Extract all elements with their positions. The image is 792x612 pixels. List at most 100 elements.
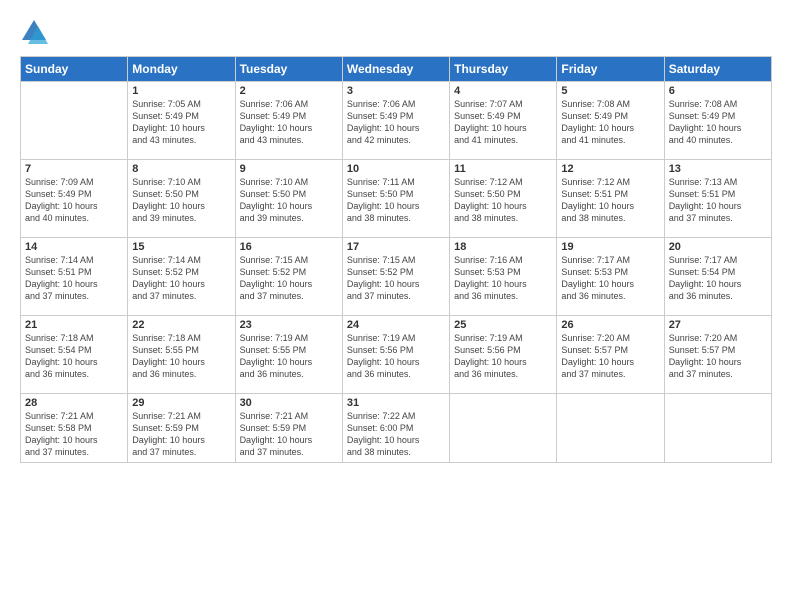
day-number: 14 xyxy=(25,241,123,253)
day-info: Sunrise: 7:05 AM Sunset: 5:49 PM Dayligh… xyxy=(132,98,230,147)
calendar-cell: 19Sunrise: 7:17 AM Sunset: 5:53 PM Dayli… xyxy=(557,238,664,316)
day-info: Sunrise: 7:20 AM Sunset: 5:57 PM Dayligh… xyxy=(669,332,767,381)
calendar-cell: 1Sunrise: 7:05 AM Sunset: 5:49 PM Daylig… xyxy=(128,82,235,160)
day-info: Sunrise: 7:13 AM Sunset: 5:51 PM Dayligh… xyxy=(669,176,767,225)
day-number: 7 xyxy=(25,163,123,175)
day-info: Sunrise: 7:15 AM Sunset: 5:52 PM Dayligh… xyxy=(240,254,338,303)
week-row-2: 7Sunrise: 7:09 AM Sunset: 5:49 PM Daylig… xyxy=(21,160,772,238)
day-number: 31 xyxy=(347,397,445,409)
col-header-sunday: Sunday xyxy=(21,57,128,82)
calendar-cell: 11Sunrise: 7:12 AM Sunset: 5:50 PM Dayli… xyxy=(450,160,557,238)
calendar-cell: 24Sunrise: 7:19 AM Sunset: 5:56 PM Dayli… xyxy=(342,316,449,394)
calendar-cell: 20Sunrise: 7:17 AM Sunset: 5:54 PM Dayli… xyxy=(664,238,771,316)
calendar-cell xyxy=(450,394,557,463)
week-row-1: 1Sunrise: 7:05 AM Sunset: 5:49 PM Daylig… xyxy=(21,82,772,160)
day-info: Sunrise: 7:19 AM Sunset: 5:55 PM Dayligh… xyxy=(240,332,338,381)
calendar-cell: 25Sunrise: 7:19 AM Sunset: 5:56 PM Dayli… xyxy=(450,316,557,394)
day-number: 26 xyxy=(561,319,659,331)
col-header-monday: Monday xyxy=(128,57,235,82)
day-number: 20 xyxy=(669,241,767,253)
day-number: 21 xyxy=(25,319,123,331)
day-info: Sunrise: 7:09 AM Sunset: 5:49 PM Dayligh… xyxy=(25,176,123,225)
calendar-cell: 9Sunrise: 7:10 AM Sunset: 5:50 PM Daylig… xyxy=(235,160,342,238)
calendar-cell xyxy=(557,394,664,463)
day-info: Sunrise: 7:10 AM Sunset: 5:50 PM Dayligh… xyxy=(240,176,338,225)
calendar-cell: 13Sunrise: 7:13 AM Sunset: 5:51 PM Dayli… xyxy=(664,160,771,238)
day-number: 16 xyxy=(240,241,338,253)
day-number: 6 xyxy=(669,85,767,97)
day-info: Sunrise: 7:12 AM Sunset: 5:51 PM Dayligh… xyxy=(561,176,659,225)
day-number: 4 xyxy=(454,85,552,97)
calendar-cell: 29Sunrise: 7:21 AM Sunset: 5:59 PM Dayli… xyxy=(128,394,235,463)
day-number: 10 xyxy=(347,163,445,175)
calendar-cell: 6Sunrise: 7:08 AM Sunset: 5:49 PM Daylig… xyxy=(664,82,771,160)
day-number: 25 xyxy=(454,319,552,331)
day-number: 11 xyxy=(454,163,552,175)
day-info: Sunrise: 7:22 AM Sunset: 6:00 PM Dayligh… xyxy=(347,410,445,459)
calendar-cell: 5Sunrise: 7:08 AM Sunset: 5:49 PM Daylig… xyxy=(557,82,664,160)
calendar-cell xyxy=(21,82,128,160)
calendar-cell: 21Sunrise: 7:18 AM Sunset: 5:54 PM Dayli… xyxy=(21,316,128,394)
calendar-cell: 30Sunrise: 7:21 AM Sunset: 5:59 PM Dayli… xyxy=(235,394,342,463)
calendar-cell: 18Sunrise: 7:16 AM Sunset: 5:53 PM Dayli… xyxy=(450,238,557,316)
calendar-cell: 8Sunrise: 7:10 AM Sunset: 5:50 PM Daylig… xyxy=(128,160,235,238)
col-header-saturday: Saturday xyxy=(664,57,771,82)
col-header-wednesday: Wednesday xyxy=(342,57,449,82)
calendar-cell: 10Sunrise: 7:11 AM Sunset: 5:50 PM Dayli… xyxy=(342,160,449,238)
day-info: Sunrise: 7:14 AM Sunset: 5:51 PM Dayligh… xyxy=(25,254,123,303)
week-row-5: 28Sunrise: 7:21 AM Sunset: 5:58 PM Dayli… xyxy=(21,394,772,463)
day-number: 28 xyxy=(25,397,123,409)
day-number: 8 xyxy=(132,163,230,175)
day-number: 30 xyxy=(240,397,338,409)
calendar-cell: 2Sunrise: 7:06 AM Sunset: 5:49 PM Daylig… xyxy=(235,82,342,160)
header xyxy=(20,18,772,46)
day-number: 3 xyxy=(347,85,445,97)
logo-icon xyxy=(20,18,48,46)
calendar-cell: 26Sunrise: 7:20 AM Sunset: 5:57 PM Dayli… xyxy=(557,316,664,394)
calendar-cell: 31Sunrise: 7:22 AM Sunset: 6:00 PM Dayli… xyxy=(342,394,449,463)
day-number: 9 xyxy=(240,163,338,175)
calendar-cell: 4Sunrise: 7:07 AM Sunset: 5:49 PM Daylig… xyxy=(450,82,557,160)
day-info: Sunrise: 7:21 AM Sunset: 5:59 PM Dayligh… xyxy=(240,410,338,459)
calendar-cell: 3Sunrise: 7:06 AM Sunset: 5:49 PM Daylig… xyxy=(342,82,449,160)
calendar-cell xyxy=(664,394,771,463)
week-row-3: 14Sunrise: 7:14 AM Sunset: 5:51 PM Dayli… xyxy=(21,238,772,316)
day-number: 29 xyxy=(132,397,230,409)
day-info: Sunrise: 7:21 AM Sunset: 5:58 PM Dayligh… xyxy=(25,410,123,459)
day-info: Sunrise: 7:08 AM Sunset: 5:49 PM Dayligh… xyxy=(561,98,659,147)
calendar-cell: 12Sunrise: 7:12 AM Sunset: 5:51 PM Dayli… xyxy=(557,160,664,238)
day-info: Sunrise: 7:07 AM Sunset: 5:49 PM Dayligh… xyxy=(454,98,552,147)
calendar-cell: 14Sunrise: 7:14 AM Sunset: 5:51 PM Dayli… xyxy=(21,238,128,316)
day-number: 27 xyxy=(669,319,767,331)
day-info: Sunrise: 7:21 AM Sunset: 5:59 PM Dayligh… xyxy=(132,410,230,459)
col-header-friday: Friday xyxy=(557,57,664,82)
day-info: Sunrise: 7:20 AM Sunset: 5:57 PM Dayligh… xyxy=(561,332,659,381)
calendar-cell: 16Sunrise: 7:15 AM Sunset: 5:52 PM Dayli… xyxy=(235,238,342,316)
day-info: Sunrise: 7:10 AM Sunset: 5:50 PM Dayligh… xyxy=(132,176,230,225)
day-info: Sunrise: 7:19 AM Sunset: 5:56 PM Dayligh… xyxy=(347,332,445,381)
day-number: 13 xyxy=(669,163,767,175)
day-info: Sunrise: 7:11 AM Sunset: 5:50 PM Dayligh… xyxy=(347,176,445,225)
day-info: Sunrise: 7:12 AM Sunset: 5:50 PM Dayligh… xyxy=(454,176,552,225)
day-number: 2 xyxy=(240,85,338,97)
calendar-cell: 22Sunrise: 7:18 AM Sunset: 5:55 PM Dayli… xyxy=(128,316,235,394)
day-info: Sunrise: 7:16 AM Sunset: 5:53 PM Dayligh… xyxy=(454,254,552,303)
calendar-cell: 28Sunrise: 7:21 AM Sunset: 5:58 PM Dayli… xyxy=(21,394,128,463)
day-number: 1 xyxy=(132,85,230,97)
calendar-cell: 27Sunrise: 7:20 AM Sunset: 5:57 PM Dayli… xyxy=(664,316,771,394)
col-header-thursday: Thursday xyxy=(450,57,557,82)
calendar-cell: 7Sunrise: 7:09 AM Sunset: 5:49 PM Daylig… xyxy=(21,160,128,238)
day-info: Sunrise: 7:15 AM Sunset: 5:52 PM Dayligh… xyxy=(347,254,445,303)
day-info: Sunrise: 7:19 AM Sunset: 5:56 PM Dayligh… xyxy=(454,332,552,381)
day-number: 18 xyxy=(454,241,552,253)
day-info: Sunrise: 7:17 AM Sunset: 5:53 PM Dayligh… xyxy=(561,254,659,303)
page: SundayMondayTuesdayWednesdayThursdayFrid… xyxy=(0,0,792,612)
day-number: 19 xyxy=(561,241,659,253)
calendar-cell: 15Sunrise: 7:14 AM Sunset: 5:52 PM Dayli… xyxy=(128,238,235,316)
day-info: Sunrise: 7:14 AM Sunset: 5:52 PM Dayligh… xyxy=(132,254,230,303)
calendar-cell: 17Sunrise: 7:15 AM Sunset: 5:52 PM Dayli… xyxy=(342,238,449,316)
day-info: Sunrise: 7:06 AM Sunset: 5:49 PM Dayligh… xyxy=(347,98,445,147)
day-number: 15 xyxy=(132,241,230,253)
day-number: 5 xyxy=(561,85,659,97)
week-row-4: 21Sunrise: 7:18 AM Sunset: 5:54 PM Dayli… xyxy=(21,316,772,394)
